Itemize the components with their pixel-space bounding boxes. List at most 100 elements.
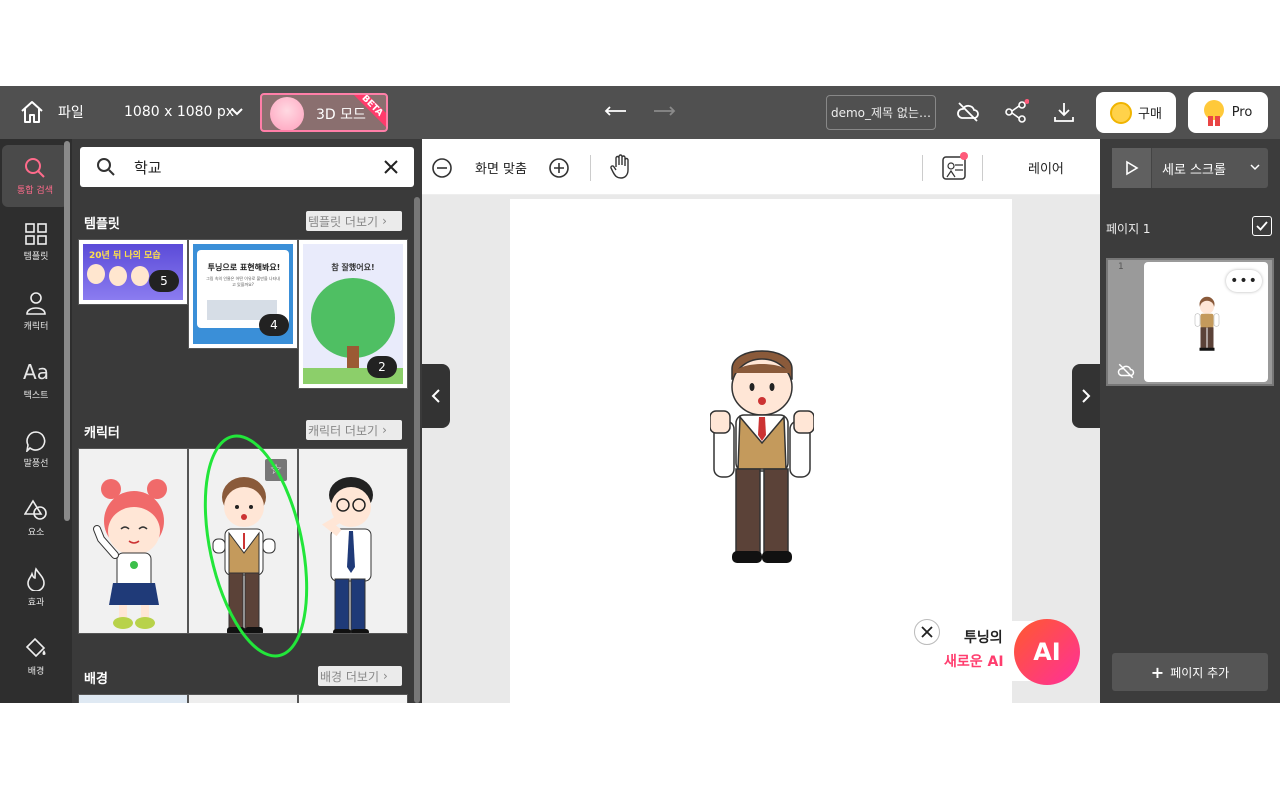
search-box: 학교 — [80, 147, 414, 187]
ai-badge: AI — [1014, 619, 1080, 685]
close-icon[interactable] — [914, 619, 940, 645]
asset-panel: 학교 템플릿 템플릿 더보기 › 20년 뒤 나의 모습 5 투닝으로 표현해봐… — [72, 139, 422, 703]
nav-characters[interactable]: 캐릭터 — [0, 280, 72, 342]
divider — [922, 155, 923, 181]
editor-workarea: 화면 맞춤 레이어 투닝의 새로운 AI AI — [422, 139, 1100, 703]
highlight-circle — [203, 434, 309, 658]
nav-speech-bubble[interactable]: 말풍선 — [0, 418, 72, 480]
ai-promo-line1: 투닝의 — [964, 630, 1003, 646]
character-sheet-icon[interactable] — [941, 151, 969, 181]
characters-section-title: 캐릭터 — [84, 426, 120, 441]
play-icon — [1125, 160, 1139, 176]
canvas-character-image[interactable] — [710, 337, 814, 567]
more-options-button[interactable]: ••• — [1226, 270, 1262, 292]
search-input[interactable]: 학교 — [134, 157, 384, 178]
buy-button[interactable]: 구매 — [1096, 92, 1176, 133]
zoom-out-icon[interactable] — [431, 157, 453, 179]
layer-button[interactable]: 레이어 — [1028, 158, 1064, 177]
paint-bucket-icon — [25, 637, 46, 657]
page-checkbox[interactable] — [1252, 216, 1272, 236]
add-page-label: 페이지 추가 — [1170, 665, 1230, 680]
girl-character-image — [93, 479, 167, 629]
panel-scrollbar[interactable] — [414, 197, 420, 703]
pro-label: Pro — [1231, 105, 1253, 120]
chevron-down-icon — [1250, 164, 1260, 171]
nav-search[interactable]: 통합 검색 — [2, 145, 68, 207]
chevron-right-icon: › — [382, 423, 387, 437]
document-title[interactable]: demo_제목 없는… — [826, 95, 936, 130]
redo-icon[interactable] — [650, 100, 678, 124]
canvas-toolbar: 화면 맞춤 레이어 — [422, 139, 1100, 195]
template-thumb[interactable]: 투닝으로 표현해봐요! 그림 속의 인물은 어떤 이유로 불만을 나타내고 있을… — [188, 239, 298, 349]
pro-button[interactable]: Pro — [1188, 92, 1268, 133]
template-thumb-title: 참 잘했어요! — [331, 263, 375, 272]
flame-icon — [27, 566, 45, 591]
grid-icon — [25, 222, 47, 245]
top-bar: 파일 1080 x 1080 px 3D 모드 BETA demo_제목 없는…… — [0, 86, 1280, 139]
undo-icon[interactable] — [602, 100, 630, 124]
nav-effects-label: 효과 — [27, 597, 45, 608]
left-nav: 통합 검색 템플릿 캐릭터 Aa 텍스트 말풍선 요소 효과 배경 — [0, 139, 72, 703]
chevron-right-icon: › — [382, 214, 387, 228]
check-icon — [1256, 221, 1268, 231]
templates-more-button[interactable]: 템플릿 더보기 › — [306, 211, 402, 231]
page-count-badge: 4 — [259, 314, 289, 336]
close-icon[interactable] — [384, 160, 398, 174]
add-page-button[interactable]: + 페이지 추가 — [1112, 653, 1268, 691]
more-dots-icon: ••• — [1230, 273, 1258, 289]
nav-search-label: 통합 검색 — [17, 185, 53, 196]
nav-templates[interactable]: 템플릿 — [0, 211, 72, 273]
cloud-off-icon[interactable] — [954, 98, 982, 126]
divider — [590, 155, 591, 181]
play-button[interactable] — [1112, 148, 1152, 188]
templates-more-label: 템플릿 더보기 — [308, 214, 379, 229]
speech-bubble-icon — [26, 430, 46, 452]
search-icon — [97, 158, 115, 176]
hand-tool-icon[interactable] — [609, 154, 633, 180]
chevron-down-icon[interactable] — [228, 102, 246, 122]
nav-elements[interactable]: 요소 — [0, 487, 72, 549]
nav-elements-label: 요소 — [27, 527, 45, 538]
share-icon[interactable] — [1002, 98, 1030, 126]
character-thumb[interactable] — [78, 448, 188, 634]
file-menu[interactable]: 파일 — [58, 100, 84, 124]
collapse-panel-button[interactable] — [422, 364, 450, 428]
chevron-left-icon — [431, 389, 440, 403]
template-thumb[interactable]: 참 잘했어요! 2 — [298, 239, 408, 389]
background-thumb[interactable] — [78, 694, 188, 703]
nav-text-label: 텍스트 — [23, 390, 49, 401]
chevron-right-icon: › — [383, 669, 388, 683]
home-icon[interactable] — [18, 98, 46, 126]
ai-promo-line2: 새로운 AI — [944, 654, 1004, 670]
nav-speech-bubble-label: 말풍선 — [23, 458, 49, 469]
nav-text[interactable]: Aa 텍스트 — [0, 349, 72, 411]
nav-effects[interactable]: 효과 — [0, 556, 72, 618]
expand-right-panel-button[interactable] — [1072, 364, 1100, 428]
ai-promo-banner[interactable]: 투닝의 새로운 AI AI — [914, 619, 1086, 685]
page-thumb-character — [1194, 296, 1220, 351]
template-thumb[interactable]: 20년 뒤 나의 모습 5 — [78, 239, 188, 305]
templates-section-title: 템플릿 — [84, 217, 120, 232]
page-count-badge: 2 — [367, 356, 397, 378]
page-label: 페이지 1 — [1106, 222, 1151, 236]
template-thumb-title: 투닝으로 표현해봐요! — [207, 263, 281, 272]
backgrounds-more-button[interactable]: 배경 더보기 › — [318, 666, 402, 686]
page-thumb-number: 1 — [1118, 262, 1124, 272]
nav-background[interactable]: 배경 — [0, 625, 72, 687]
shapes-icon — [24, 498, 47, 520]
scroll-mode-select[interactable]: 세로 스크롤 — [1112, 148, 1268, 188]
page-thumbnail[interactable]: 1 ••• — [1106, 258, 1274, 386]
nav-scrollbar[interactable] — [64, 141, 70, 521]
zoom-in-icon[interactable] — [548, 157, 570, 179]
cloud-off-icon — [1117, 363, 1135, 379]
background-thumb[interactable] — [298, 694, 408, 703]
buy-label: 구매 — [1138, 107, 1162, 122]
canvas-size[interactable]: 1080 x 1080 px — [124, 100, 234, 124]
3d-mode-button[interactable]: 3D 모드 BETA — [260, 93, 388, 132]
download-icon[interactable] — [1050, 98, 1078, 126]
nav-characters-label: 캐릭터 — [23, 321, 49, 332]
3d-avatar-icon — [270, 97, 304, 130]
smile-coin-icon — [1110, 101, 1133, 124]
background-thumb[interactable] — [188, 694, 298, 703]
fit-to-screen-button[interactable]: 화면 맞춤 — [475, 158, 527, 177]
